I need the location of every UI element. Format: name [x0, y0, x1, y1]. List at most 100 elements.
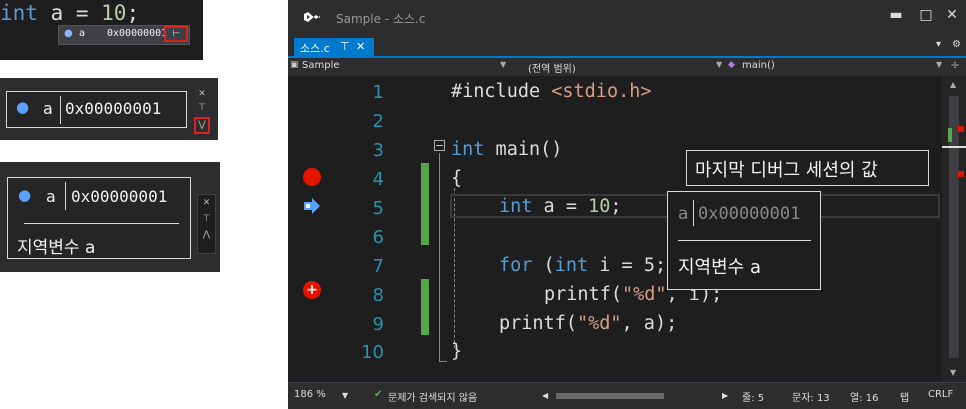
- tab-source-file[interactable]: 소스.c ⊤ ✕: [294, 38, 374, 56]
- code-line-1: #include <stdio.h>: [451, 81, 652, 102]
- variable-value: 0x00000001: [107, 28, 168, 39]
- datatip-collapsed-example: ● a 0x00000001 ✕ ⊤ ⋁: [0, 78, 218, 140]
- project-name: Sample: [302, 60, 340, 71]
- line-indicator: 줄: 5: [742, 393, 765, 404]
- line-number: 6: [372, 227, 384, 248]
- code-snippet: int a = 10;: [0, 1, 140, 25]
- close-icon[interactable]: ✕: [198, 198, 215, 208]
- pin-tab-icon[interactable]: ⊤: [340, 40, 350, 53]
- datatip-comment[interactable]: 지역변수 a: [678, 253, 761, 279]
- variable-value[interactable]: 0x00000001: [698, 204, 800, 224]
- unpin-icon[interactable]: ⊤: [195, 103, 209, 113]
- caret-marker: [942, 146, 966, 148]
- unpin-icon[interactable]: ⊤: [198, 214, 215, 224]
- visual-studio-window: Sample - 소스.c ▬ □ ✕ 소스.c ⊤ ✕ ▾ ⚙ ▣ Sampl…: [288, 0, 966, 409]
- close-icon[interactable]: ✕: [942, 7, 962, 23]
- window-title: Sample - 소스.c: [336, 12, 426, 26]
- document-tab-row: 소스.c ⊤ ✕ ▾ ⚙: [288, 36, 966, 58]
- comment-separator: [24, 223, 179, 224]
- variable-value: 0x00000001: [65, 99, 162, 118]
- indent-indicator: 탭: [900, 393, 910, 404]
- maximize-icon[interactable]: □: [916, 7, 936, 23]
- line-number: 2: [372, 111, 384, 132]
- code-line-3: int main(): [451, 139, 563, 160]
- function-icon: ◆: [728, 60, 735, 70]
- char-indicator: 문자: 13: [792, 393, 830, 404]
- title-bar: Sample - 소스.c ▬ □ ✕: [288, 0, 966, 36]
- chevron-down-icon: ▼: [716, 60, 723, 69]
- line-number: 9: [372, 314, 384, 335]
- divider: [65, 182, 66, 210]
- code-line-4: {: [451, 168, 463, 189]
- tab-list-dropdown-icon[interactable]: ▾: [936, 39, 941, 50]
- gear-icon[interactable]: ⚙: [952, 39, 961, 50]
- outline-line: [439, 153, 440, 361]
- collapse-outline-icon[interactable]: −: [434, 140, 445, 151]
- variable-name: a: [79, 28, 86, 39]
- scroll-left-icon[interactable]: ◀: [542, 391, 548, 400]
- close-tab-icon[interactable]: ✕: [356, 40, 365, 53]
- line-number: 5: [372, 198, 384, 219]
- scope-dropdown[interactable]: (전역 범위): [528, 59, 708, 75]
- code-line-10: }: [451, 341, 463, 362]
- change-indicator: [421, 279, 429, 335]
- divider: [60, 96, 61, 124]
- project-dropdown[interactable]: ▣ Sample: [290, 59, 510, 75]
- issues-status[interactable]: 문제가 검색되지 않음: [388, 389, 477, 404]
- code-line-5: int a = 10;: [499, 196, 622, 217]
- code-editor[interactable]: + 1 2 3 4 5 6 7 8 9 10 − #include <stdio…: [288, 76, 942, 382]
- variable-name: a: [46, 187, 56, 206]
- minimize-icon[interactable]: ▬: [886, 7, 906, 23]
- chevron-down-icon: ▼: [936, 60, 943, 69]
- add-breakpoint-icon[interactable]: +: [303, 281, 321, 299]
- change-indicator: [421, 163, 429, 245]
- line-number: 8: [372, 285, 384, 306]
- line-number: 10: [361, 342, 384, 363]
- pin-icon[interactable]: ⊢: [164, 26, 188, 42]
- zoom-level[interactable]: 186 %: [294, 389, 326, 400]
- line-number: 7: [372, 256, 384, 277]
- banner-text: 마지막 디버그 세션의 값: [695, 160, 878, 181]
- next-statement-arrow-icon[interactable]: [302, 196, 322, 216]
- collapse-comments-icon[interactable]: ⋀: [198, 230, 215, 240]
- expand-comments-icon[interactable]: ⋁: [194, 117, 210, 134]
- horizontal-scroll-thumb[interactable]: [556, 393, 664, 399]
- change-marker: [948, 128, 952, 142]
- line-number: 3: [372, 140, 384, 161]
- breakpoint-icon[interactable]: [303, 168, 321, 186]
- datatip-box[interactable]: ● a 0x00000001: [6, 91, 187, 128]
- datatip-pinned-example: int a = 10; ● a 0x00000001 ⊢: [0, 0, 203, 60]
- visual-studio-logo-icon: [304, 12, 320, 22]
- zoom-dropdown-icon[interactable]: ▼: [342, 391, 348, 400]
- project-icon: ▣: [290, 60, 299, 70]
- editor-status-bar: 186 % ▼ ✔ 문제가 검색되지 않음 ◀ ▶ 줄: 5 문자: 13 열:…: [288, 382, 966, 409]
- datatip-box[interactable]: ● a 0x00000001 지역변수 a: [7, 177, 191, 259]
- last-session-value-banner: 마지막 디버그 세션의 값: [686, 150, 929, 186]
- vertical-scrollbar[interactable]: ▲ ▼: [942, 76, 966, 382]
- datatip-expanded-example: ● a 0x00000001 지역변수 a ✕ ⊤ ⋀: [0, 162, 220, 272]
- tab-label: 소스.c: [300, 42, 330, 55]
- divider: [693, 200, 694, 226]
- outline-line-end: [439, 361, 447, 362]
- variable-icon: ●: [16, 98, 30, 116]
- scope-label: (전역 범위): [528, 64, 576, 75]
- close-icon[interactable]: ✕: [195, 89, 209, 99]
- split-editor-icon[interactable]: ÷: [950, 58, 960, 72]
- variable-name: a: [678, 204, 689, 224]
- datatip-comment[interactable]: 지역변수 a: [17, 233, 95, 258]
- check-icon: ✔: [374, 389, 383, 400]
- variable-icon: ●: [64, 28, 73, 39]
- code-line-9: printf("%d", a);: [499, 313, 678, 334]
- datatip-popup[interactable]: a 0x00000001 지역변수 a: [667, 191, 821, 290]
- breakpoint-marker: [958, 126, 964, 132]
- scroll-down-icon[interactable]: ▼: [950, 368, 956, 377]
- line-number: 1: [372, 82, 384, 103]
- variable-name: a: [43, 99, 53, 118]
- variable-icon: ●: [18, 186, 32, 204]
- variable-value: 0x00000001: [71, 187, 168, 206]
- comment-separator: [678, 240, 811, 241]
- scroll-right-icon[interactable]: ▶: [722, 391, 728, 400]
- function-name: main(): [742, 60, 775, 71]
- function-dropdown[interactable]: ◆ main(): [728, 59, 933, 75]
- scroll-up-icon[interactable]: ▲: [950, 80, 956, 89]
